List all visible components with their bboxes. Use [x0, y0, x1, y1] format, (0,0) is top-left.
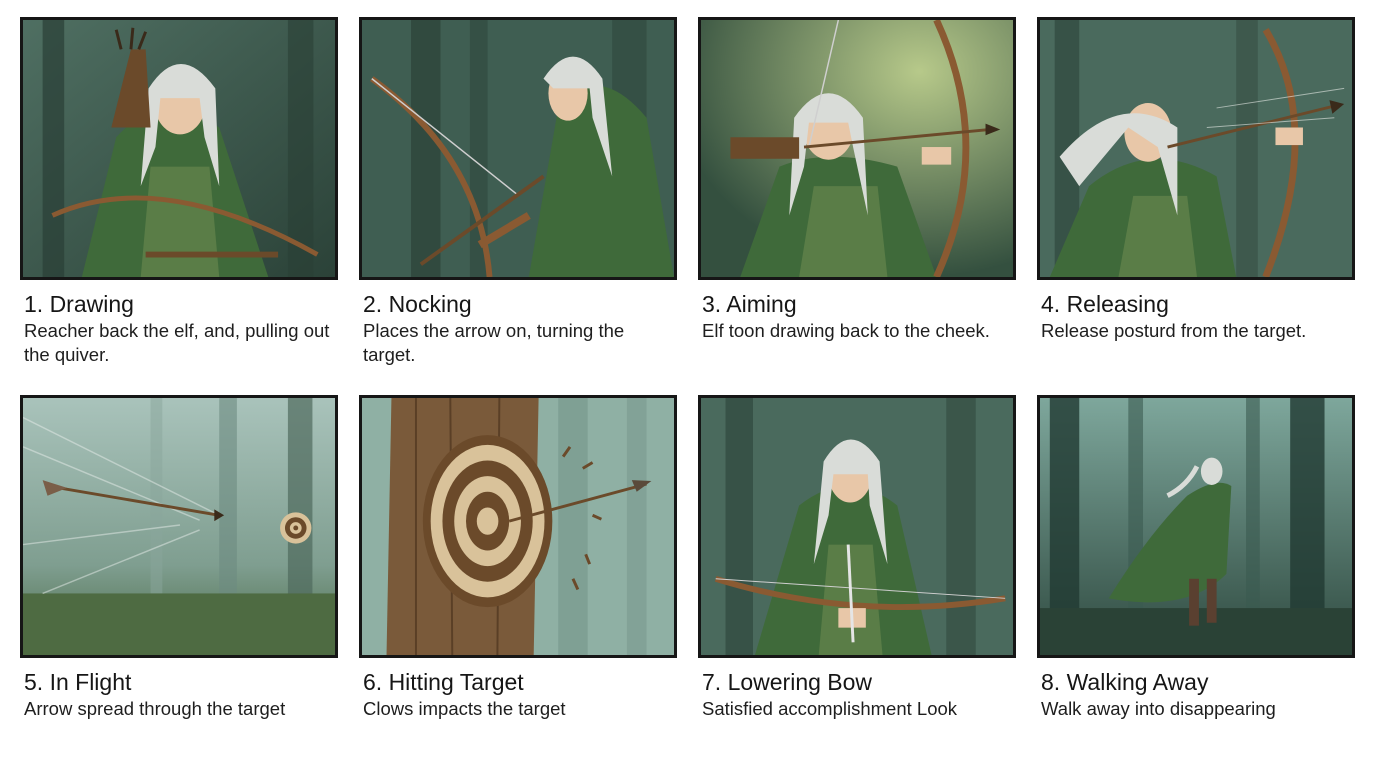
panel-4-title: 4. Releasing	[1041, 291, 1169, 317]
panel-6-illustration	[359, 395, 677, 658]
panel-8-illustration	[1037, 395, 1355, 658]
panel-6-title: 6. Hitting Target	[363, 669, 524, 695]
panel-5-illustration	[20, 395, 338, 658]
panel-7-caption: Satisfied accomplishment Look	[702, 698, 958, 719]
panel-7-title: 7. Lowering Bow	[702, 669, 873, 695]
panel-5-caption: Arrow spread through the target	[24, 698, 286, 719]
storyboard-panel-3: 3. Aiming Elf toon drawing back to the c…	[698, 17, 1016, 343]
storyboard-panel-1: 1. Drawing Reacher back the elf, and, pu…	[20, 17, 338, 367]
panel-5-title: 5. In Flight	[24, 669, 132, 695]
storyboard-panel-6: 6. Hitting Target Clows impacts the targ…	[359, 395, 677, 721]
panel-1-caption: Reacher back the elf, and, pulling out t…	[24, 320, 330, 365]
panel-7-illustration	[698, 395, 1016, 658]
panel-4-caption: Release posturd from the target.	[1041, 320, 1307, 341]
panel-3-caption: Elf toon drawing back to the cheek.	[702, 320, 990, 341]
storyboard-panel-7: 7. Lowering Bow Satisfied accomplishment…	[698, 395, 1016, 721]
panel-3-illustration	[698, 17, 1016, 280]
storyboard-panel-8: 8. Walking Away Walk away into disappear…	[1037, 395, 1355, 721]
panel-6-caption: Clows impacts the target	[363, 698, 566, 719]
panel-3-title: 3. Aiming	[702, 291, 797, 317]
panel-2-caption: Places the arrow on, turning the target.	[363, 320, 625, 365]
storyboard-panel-2: 2. Nocking Places the arrow on, turning …	[359, 17, 677, 367]
panel-1-illustration	[20, 17, 338, 280]
panel-8-caption: Walk away into disappearing	[1041, 698, 1276, 719]
panel-4-illustration	[1037, 17, 1355, 280]
panel-2-illustration	[359, 17, 677, 280]
storyboard-panel-4: 4. Releasing Release posturd from the ta…	[1037, 17, 1355, 343]
panel-8-title: 8. Walking Away	[1041, 669, 1209, 695]
storyboard-panel-5: 5. In Flight Arrow spread through the ta…	[20, 395, 338, 721]
panel-1-title: 1. Drawing	[24, 291, 134, 317]
panel-2-title: 2. Nocking	[363, 291, 472, 317]
